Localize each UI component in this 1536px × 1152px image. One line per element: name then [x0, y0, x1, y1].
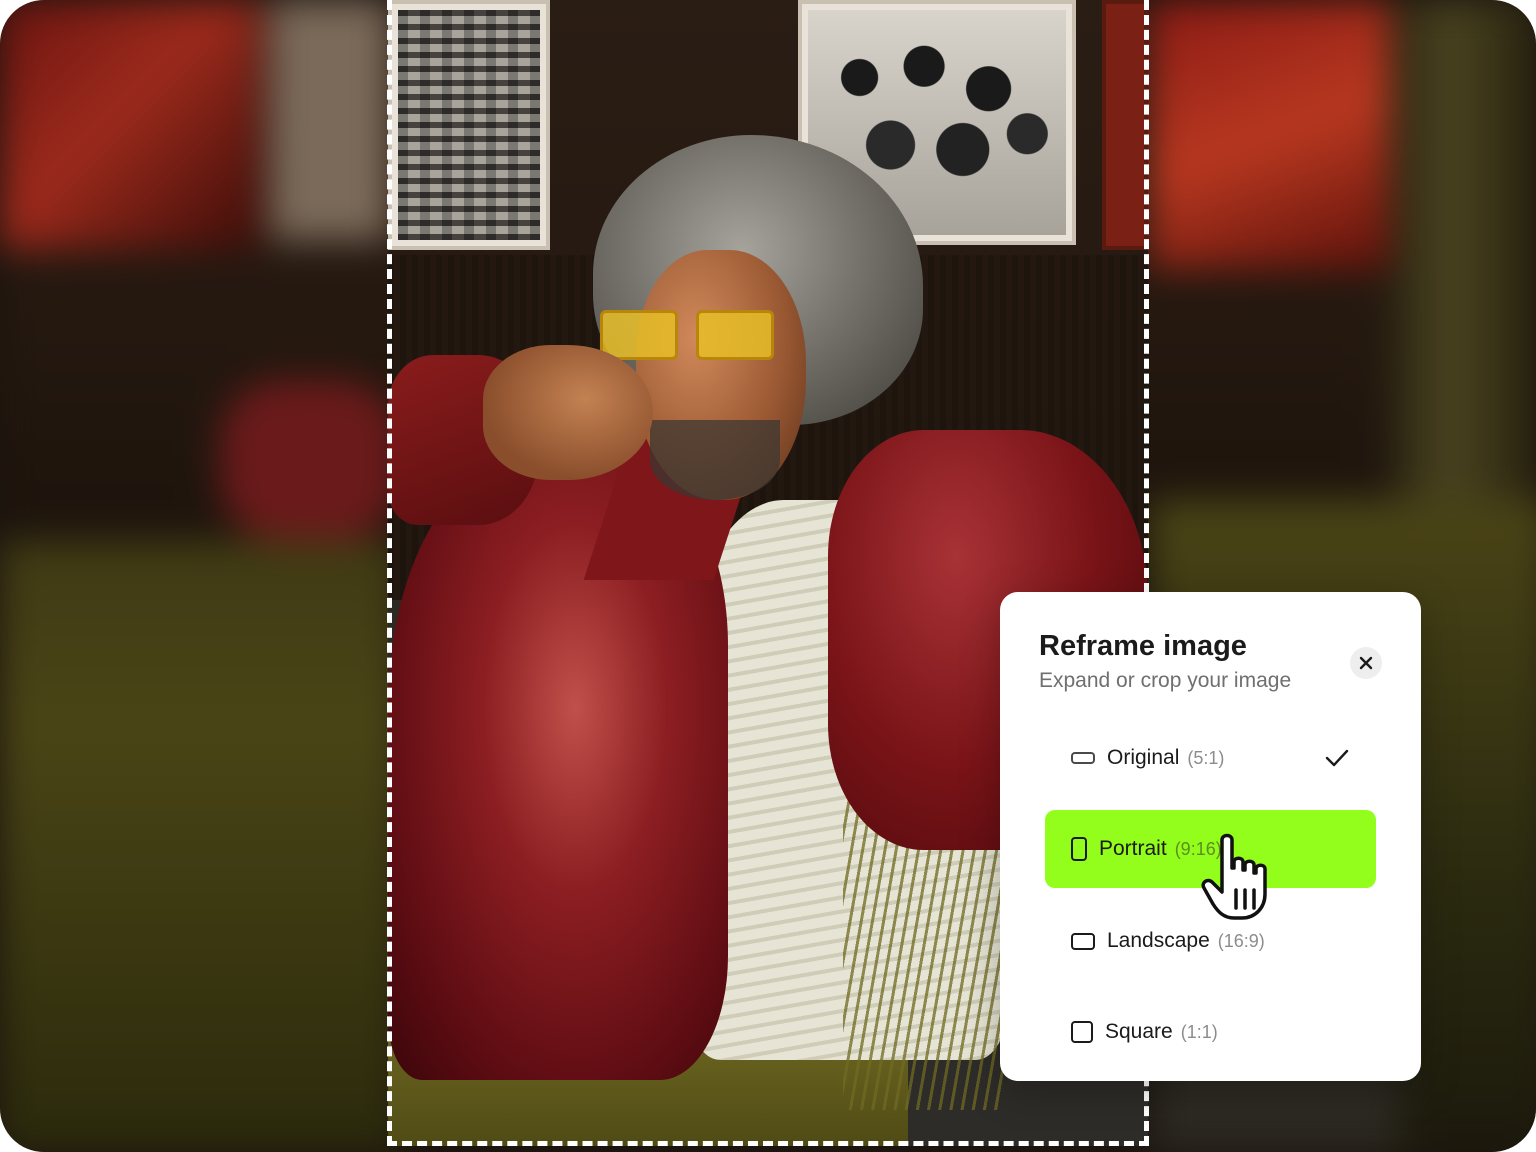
option-label: Portrait	[1099, 837, 1167, 860]
option-portrait[interactable]: Portrait (9:16)	[1045, 810, 1376, 888]
dialog-title: Reframe image	[1039, 630, 1247, 662]
option-square[interactable]: Square (1:1)	[1045, 993, 1376, 1071]
bg-poster-left-secondary	[270, 0, 390, 240]
option-label: Landscape	[1107, 929, 1210, 952]
bg-poster-right	[1150, 0, 1400, 270]
close-icon	[1359, 656, 1373, 670]
tall-rectangle-icon	[1071, 837, 1087, 861]
option-label: Square	[1105, 1020, 1173, 1043]
landscape-rectangle-icon	[1071, 932, 1095, 950]
reframe-dialog: Reframe image Expand or crop your image …	[1000, 592, 1421, 1081]
option-ratio: (9:16)	[1174, 838, 1222, 859]
canvas: Reframe image Expand or crop your image …	[0, 0, 1536, 1152]
option-ratio: (5:1)	[1187, 747, 1225, 768]
option-landscape[interactable]: Landscape (16:9)	[1045, 902, 1376, 980]
bg-sofa-left	[0, 540, 400, 1152]
close-button[interactable]	[1350, 647, 1382, 679]
option-label: Original	[1107, 746, 1180, 769]
option-ratio: (1:1)	[1180, 1021, 1218, 1042]
option-original[interactable]: Original (5:1)	[1045, 719, 1376, 797]
option-ratio: (16:9)	[1217, 930, 1265, 951]
dialog-subtitle: Expand or crop your image	[1039, 669, 1292, 692]
check-icon	[1325, 749, 1349, 767]
bg-arm-left	[220, 380, 400, 540]
square-icon	[1071, 1021, 1093, 1043]
bg-poster-left	[0, 0, 260, 250]
wide-rectangle-icon	[1071, 752, 1095, 764]
